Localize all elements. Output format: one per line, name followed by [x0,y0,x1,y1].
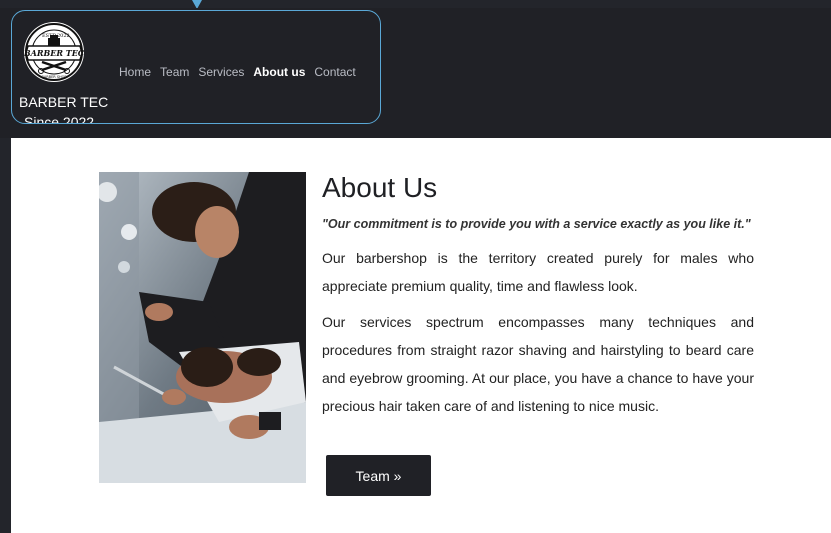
nav-services[interactable]: Services [198,65,244,79]
nav-contact[interactable]: Contact [314,65,355,79]
brand-block: BARBER TEC Since 2022 [19,92,109,124]
logo-emblem-icon: ESTD 2022 BARBER TEC BARBER SHOP [24,23,84,81]
barber-tec-logo[interactable]: ESTD 2022 BARBER TEC BARBER SHOP [24,22,84,82]
logo-bottom-text: BARBER SHOP [41,75,66,79]
main-nav: Home Team Services About us Contact [119,65,365,79]
site-header: ESTD 2022 BARBER TEC BARBER SHOP Home Te… [0,8,831,138]
about-paragraph-2: Our services spectrum encompasses many t… [322,314,754,414]
nav-about-us[interactable]: About us [253,65,305,79]
nav-highlight-box: ESTD 2022 BARBER TEC BARBER SHOP Home Te… [11,10,381,124]
left-edge-bar [0,138,11,533]
brand-since: Since 2022 [24,114,95,124]
team-button[interactable]: Team » [326,455,431,496]
logo-banner-text: BARBER TEC [24,48,84,58]
about-paragraph-1: Our barbershop is the territory created … [322,250,754,294]
about-section: About Us "Our commitment is to provide y… [11,138,831,533]
about-text-block: About Us "Our commitment is to provide y… [322,171,754,420]
page-title: About Us [322,172,438,203]
browser-top-strip [0,0,831,8]
brand-name: BARBER TEC [19,94,109,110]
nav-home[interactable]: Home [119,65,151,79]
barber-shaving-photo [99,172,306,483]
nav-team[interactable]: Team [160,65,189,79]
barber-photo-illustration [99,172,306,483]
about-quote: "Our commitment is to provide you with a… [322,217,751,231]
